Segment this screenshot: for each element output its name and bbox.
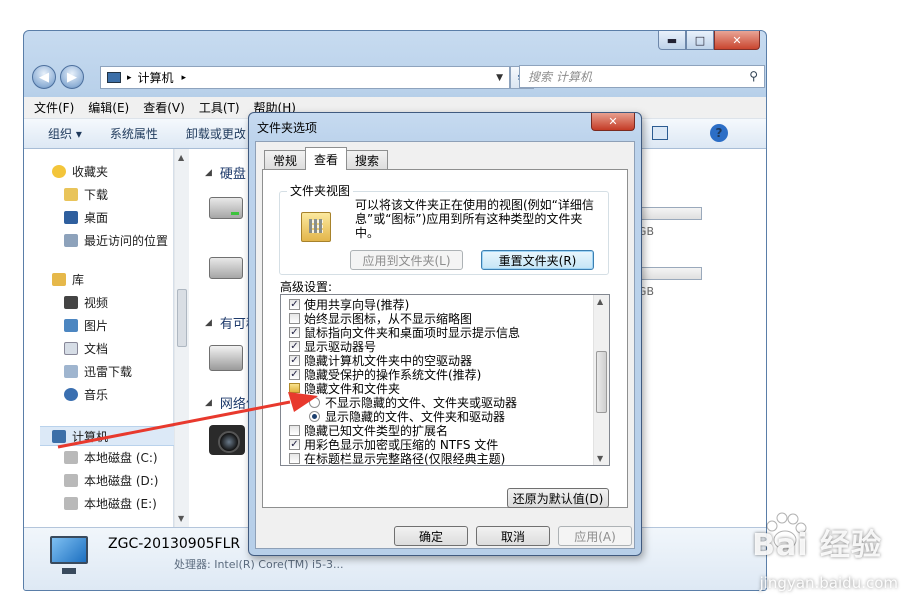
watermark-url: jingyan.baidu.com [759,574,898,592]
arrow-shaft [57,400,291,449]
arrow-head [288,392,318,412]
tab-view[interactable]: 查看 [305,147,348,170]
baidu-jingyan-watermark: Bai 经验 [752,528,882,563]
